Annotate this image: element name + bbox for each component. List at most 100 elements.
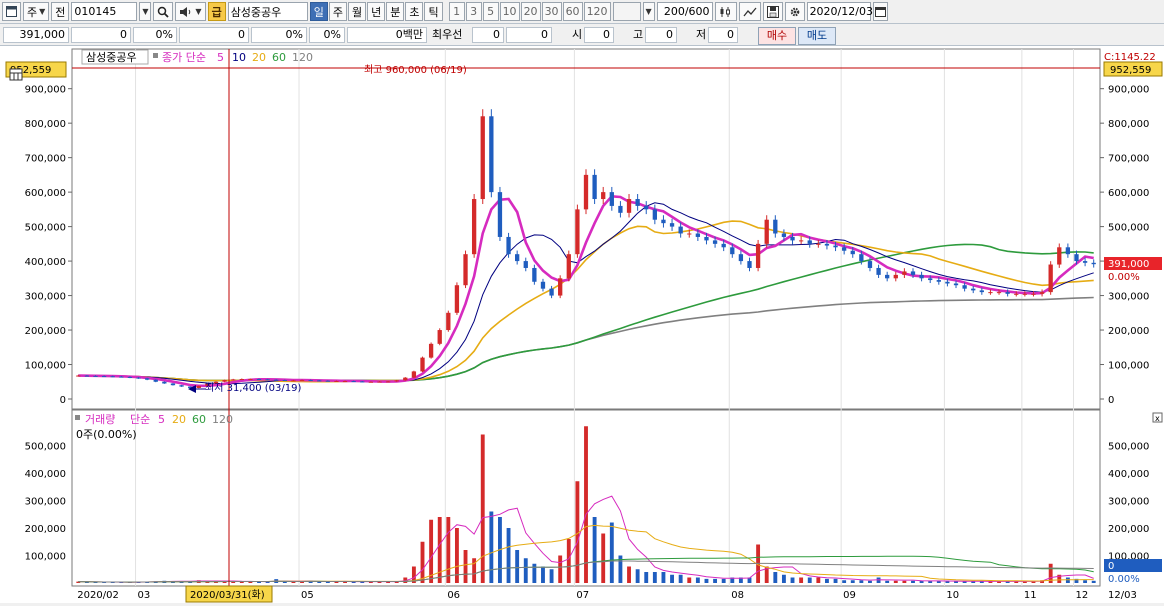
settings-button[interactable] [784, 2, 805, 21]
interval-button-30[interactable]: 30 [541, 2, 562, 21]
candle-body [626, 199, 632, 213]
close-icon[interactable]: x [1155, 414, 1160, 423]
calendar-icon[interactable] [9, 68, 23, 81]
volume-bar [790, 577, 795, 583]
interval-custom-input[interactable] [612, 2, 641, 21]
interval-button-60[interactable]: 60 [562, 2, 583, 21]
tab-period-2[interactable]: 월 [347, 2, 367, 21]
volume-bar [515, 550, 520, 583]
mode-button[interactable]: 전 [51, 2, 70, 21]
candle-body [463, 254, 468, 286]
candle-body [979, 290, 984, 293]
volume-right-value: 0 [1108, 561, 1114, 572]
count-input[interactable]: 200/600 [656, 2, 713, 21]
candle-body [360, 381, 365, 383]
price-tick-left: 400,000 [25, 257, 66, 268]
high-annotation: 최고 960,000 (06/19) [364, 64, 467, 76]
price-tick-left: 200,000 [25, 326, 66, 337]
volume-legend-ma60: 60 [192, 413, 206, 426]
interval-button-5[interactable]: 5 [482, 2, 499, 21]
legend-stock-name: 삼성중공우 [86, 51, 137, 64]
price-tick-left: 0 [60, 395, 66, 406]
candle-body [420, 357, 425, 372]
chevron-down-icon: ▼ [195, 7, 202, 16]
tab-period-3[interactable]: 년 [367, 2, 386, 21]
candle-body [695, 233, 701, 237]
save-icon [766, 5, 779, 18]
candle-body [618, 205, 623, 213]
calendar-button[interactable] [872, 2, 888, 21]
candle-body [953, 283, 959, 286]
trend-icon [743, 7, 757, 16]
price-tick-left: 500,000 [25, 223, 66, 234]
tab-period-0[interactable]: 일 [309, 2, 328, 21]
chart-area[interactable]: 900,000 800,000 700,000 600,000 500,000 400,0… [0, 46, 1164, 603]
candle-body [704, 236, 709, 241]
price-panel[interactable] [71, 48, 1101, 410]
volume-tick-left: 400,000 [25, 469, 66, 480]
search-button[interactable] [153, 2, 174, 21]
code-dropdown[interactable]: ▼ [139, 2, 152, 21]
volume-bar [489, 511, 494, 583]
volume-bar [592, 517, 597, 583]
candle-body [902, 271, 907, 275]
candle-body [790, 236, 795, 241]
tab-period-1[interactable]: 주 [328, 2, 347, 21]
sound-button[interactable]: ▼ [175, 2, 206, 21]
candle-body [222, 380, 227, 382]
volume-tick-right: 500,000 [1108, 442, 1149, 453]
buy-button[interactable]: 매수 [758, 27, 796, 45]
price-tick-left: 900,000 [25, 85, 66, 96]
interval-button-120[interactable]: 120 [583, 2, 611, 21]
volume-bar [850, 580, 855, 583]
candle-body [652, 209, 657, 220]
candle-body [747, 261, 752, 268]
code-input[interactable]: 010145 [71, 2, 138, 21]
volume-bar [523, 558, 528, 583]
tab-period-4[interactable]: 분 [386, 2, 405, 21]
tab-period-5[interactable]: 초 [405, 2, 424, 21]
tab-period-6[interactable]: 틱 [424, 2, 443, 21]
gold-button[interactable]: 급 [207, 2, 226, 21]
volume-bar [644, 572, 649, 583]
volume-bar [773, 572, 778, 583]
chevron-down-icon: ▼ [39, 7, 46, 16]
candle-body [1014, 293, 1019, 295]
interval-button-20[interactable]: 20 [520, 2, 541, 21]
candle-body [583, 174, 589, 210]
volume-legend-ma-label: 단순 [130, 413, 150, 426]
x-tick-label: 08 [731, 590, 744, 601]
candle-body [971, 288, 976, 291]
candle-body [506, 236, 511, 255]
candle-body [110, 376, 115, 378]
volume-bar [532, 563, 537, 583]
date-input[interactable]: 2020/12/03 [806, 2, 873, 21]
interval-button-3[interactable]: 3 [465, 2, 482, 21]
period-select[interactable]: 주 ▼ [23, 2, 50, 21]
candle-body [299, 380, 305, 382]
volume-bar [781, 574, 786, 583]
price-tick-right: 600,000 [1108, 188, 1149, 199]
interval-buttons: 1 3 5 10 20 30 60 120 [448, 2, 611, 21]
candle-body [127, 376, 133, 378]
window-icon[interactable] [2, 2, 21, 21]
low-annotation: 최저 31,400 (03/19) [205, 382, 301, 394]
save-button[interactable] [762, 2, 783, 21]
volume-legend-marker [75, 415, 80, 420]
legend-marker [153, 53, 158, 58]
x-tick-label: 03 [138, 590, 151, 601]
interval-button-10[interactable]: 10 [499, 2, 520, 21]
change3-pct-field: 0% [309, 27, 345, 43]
candle-body [471, 199, 477, 255]
sell-button[interactable]: 매도 [798, 27, 836, 45]
interval-button-1[interactable]: 1 [448, 2, 465, 21]
interval-dropdown[interactable]: ▼ [642, 2, 655, 21]
candle-body [910, 271, 916, 275]
candle-type-button[interactable] [714, 2, 737, 21]
candle-body [325, 380, 330, 382]
candle-body [721, 243, 726, 248]
bid-field: 0 [472, 27, 504, 43]
trend-tool-button[interactable] [738, 2, 761, 21]
stock-name-field[interactable]: 삼성중공우 [227, 2, 308, 21]
chart-svg[interactable]: 900,000 800,000 700,000 600,000 500,000 400,0… [0, 46, 1164, 603]
